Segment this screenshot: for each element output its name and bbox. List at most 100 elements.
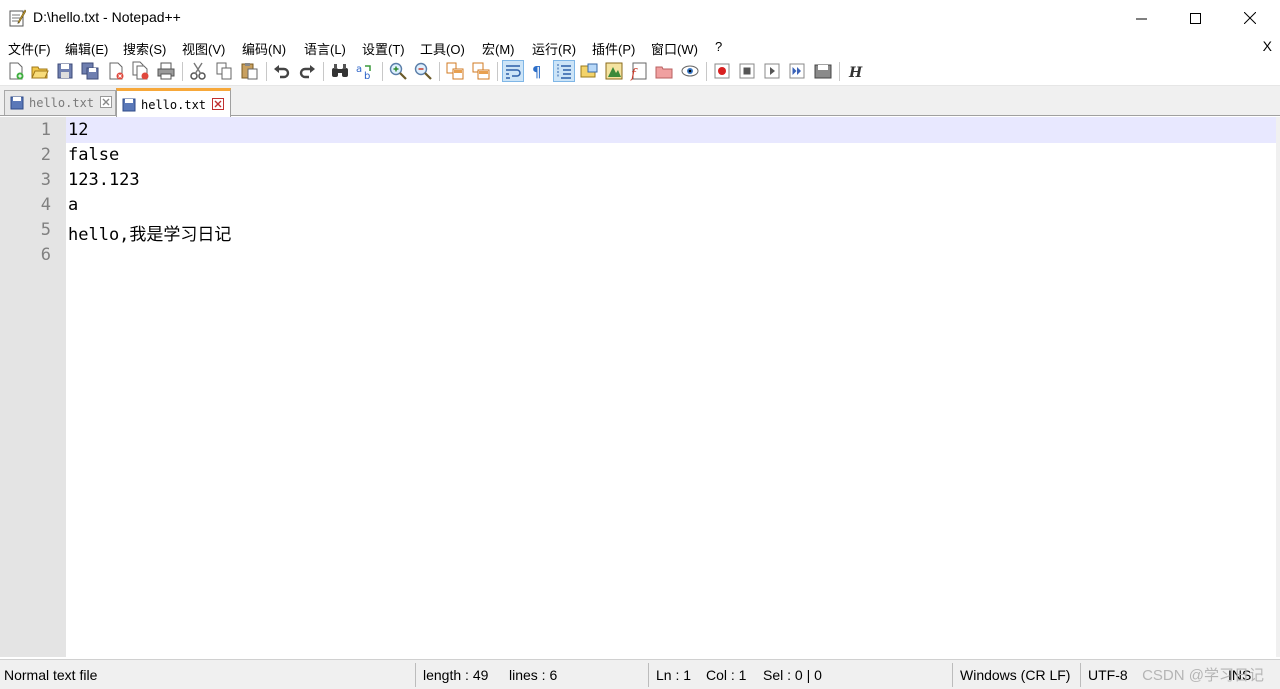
record-macro-icon[interactable] <box>712 61 732 81</box>
svg-text:b: b <box>364 71 370 81</box>
current-line-highlight <box>66 117 1279 143</box>
toolbar-separator <box>439 62 440 81</box>
tab-close-icon[interactable] <box>212 98 224 110</box>
print-icon[interactable] <box>156 61 176 81</box>
tab-bar: hello.txt hello.txt <box>0 86 1280 119</box>
status-lines: lines : 6 <box>509 667 558 683</box>
code-line[interactable]: a <box>68 195 78 215</box>
minimize-button[interactable] <box>1118 0 1164 36</box>
status-separator <box>648 663 649 687</box>
status-encoding: UTF-8 <box>1088 667 1128 683</box>
save-macro-icon[interactable] <box>813 61 833 81</box>
toolbar: ab ¶ f H <box>0 58 1280 86</box>
status-separator <box>1080 663 1081 687</box>
code-line[interactable]: 12 <box>68 120 88 140</box>
cut-icon[interactable] <box>188 61 208 81</box>
menu-run[interactable]: 运行(R) <box>532 39 576 58</box>
menu-view[interactable]: 视图(V) <box>182 39 225 58</box>
sync-vertical-icon[interactable] <box>445 61 465 81</box>
menu-settings[interactable]: 设置(T) <box>362 39 405 58</box>
status-file-type: Normal text file <box>4 667 98 683</box>
menu-macro[interactable]: 宏(M) <box>482 39 515 58</box>
maximize-icon <box>1189 12 1201 24</box>
menu-file[interactable]: 文件(F) <box>8 39 51 58</box>
line-number: 1 <box>40 120 51 140</box>
status-separator <box>415 663 416 687</box>
copy-icon[interactable] <box>214 61 234 81</box>
toolbar-separator <box>839 62 840 81</box>
saved-file-icon <box>10 96 24 110</box>
playback-macro-icon[interactable] <box>762 61 782 81</box>
close-file-icon[interactable] <box>106 61 126 81</box>
tab-close-icon[interactable] <box>100 96 112 108</box>
line-number: 4 <box>40 195 51 215</box>
toolbar-separator <box>182 62 183 81</box>
close-button[interactable] <box>1227 0 1273 36</box>
status-bar: Normal text file length : 49 lines : 6 L… <box>0 659 1280 689</box>
paste-icon[interactable] <box>239 61 259 81</box>
document-map-icon[interactable] <box>604 61 624 81</box>
code-line[interactable]: 123.123 <box>68 170 140 190</box>
menu-language[interactable]: 语言(L) <box>304 39 346 58</box>
tab-hello-txt-1[interactable]: hello.txt <box>4 90 116 115</box>
stop-recording-icon[interactable] <box>737 61 757 81</box>
tab-hello-txt-2[interactable]: hello.txt <box>116 88 231 119</box>
undo-icon[interactable] <box>272 61 292 81</box>
watermark: CSDN @学习日记 <box>1142 667 1264 684</box>
indent-guide-icon[interactable] <box>553 60 575 82</box>
vertical-scrollbar[interactable] <box>1276 117 1280 657</box>
show-all-characters-icon[interactable]: ¶ <box>528 61 548 81</box>
tab-label: hello.txt <box>29 96 95 110</box>
user-language-icon[interactable] <box>579 61 599 81</box>
zoom-out-icon[interactable] <box>413 61 433 81</box>
line-number: 6 <box>40 245 51 265</box>
toolbar-separator <box>323 62 324 81</box>
menu-bar: 文件(F) 编辑(E) 搜索(S) 视图(V) 编码(N) 语言(L) 设置(T… <box>0 36 1280 58</box>
text-editor[interactable]: 1 2 3 4 5 6 12 false 123.123 a hello,我是学… <box>0 117 1279 657</box>
status-column: Col : 1 <box>706 667 747 683</box>
hex-editor-icon[interactable]: H <box>845 61 865 81</box>
save-all-icon[interactable] <box>80 61 100 81</box>
save-icon[interactable] <box>55 61 75 81</box>
line-number: 3 <box>40 170 51 190</box>
menu-tools[interactable]: 工具(O) <box>420 39 465 58</box>
notepad-app-icon <box>9 9 26 27</box>
menu-encoding[interactable]: 编码(N) <box>242 39 286 58</box>
close-document-button[interactable]: X <box>1263 38 1272 54</box>
menu-window[interactable]: 窗口(W) <box>651 39 698 58</box>
status-eol: Windows (CR LF) <box>960 667 1071 683</box>
monitoring-icon[interactable] <box>680 61 700 81</box>
close-all-icon[interactable] <box>131 61 151 81</box>
saved-file-icon <box>122 98 136 112</box>
run-macro-multiple-icon[interactable] <box>787 61 807 81</box>
new-file-icon[interactable] <box>6 61 26 81</box>
function-list-icon[interactable]: f <box>629 61 649 81</box>
code-line[interactable]: hello,我是学习日记 <box>68 220 231 245</box>
status-length: length : 49 <box>423 667 489 683</box>
code-line[interactable]: false <box>68 145 119 165</box>
menu-plugins[interactable]: 插件(P) <box>592 39 635 58</box>
redo-icon[interactable] <box>297 61 317 81</box>
toolbar-separator <box>266 62 267 81</box>
tab-label: hello.txt <box>141 98 207 112</box>
status-selection: Sel : 0 | 0 <box>763 667 822 683</box>
status-separator <box>952 663 953 687</box>
find-icon[interactable] <box>330 61 350 81</box>
status-line-number: Ln : 1 <box>656 667 692 683</box>
zoom-in-icon[interactable] <box>388 61 408 81</box>
maximize-button[interactable] <box>1172 0 1218 36</box>
line-number: 2 <box>40 145 51 165</box>
minimize-icon <box>1135 18 1147 19</box>
menu-edit[interactable]: 编辑(E) <box>65 39 108 58</box>
menu-help[interactable]: ? <box>715 39 722 54</box>
replace-icon[interactable]: ab <box>355 61 375 81</box>
word-wrap-icon[interactable] <box>502 60 524 82</box>
menu-search[interactable]: 搜索(S) <box>123 39 166 58</box>
sync-horizontal-icon[interactable] <box>471 61 491 81</box>
toolbar-separator <box>706 62 707 81</box>
title-bar: D:\hello.txt - Notepad++ <box>0 0 1280 36</box>
svg-text:a: a <box>356 64 362 75</box>
folder-as-workspace-icon[interactable] <box>654 61 674 81</box>
open-file-icon[interactable] <box>30 61 50 81</box>
toolbar-separator <box>382 62 383 81</box>
